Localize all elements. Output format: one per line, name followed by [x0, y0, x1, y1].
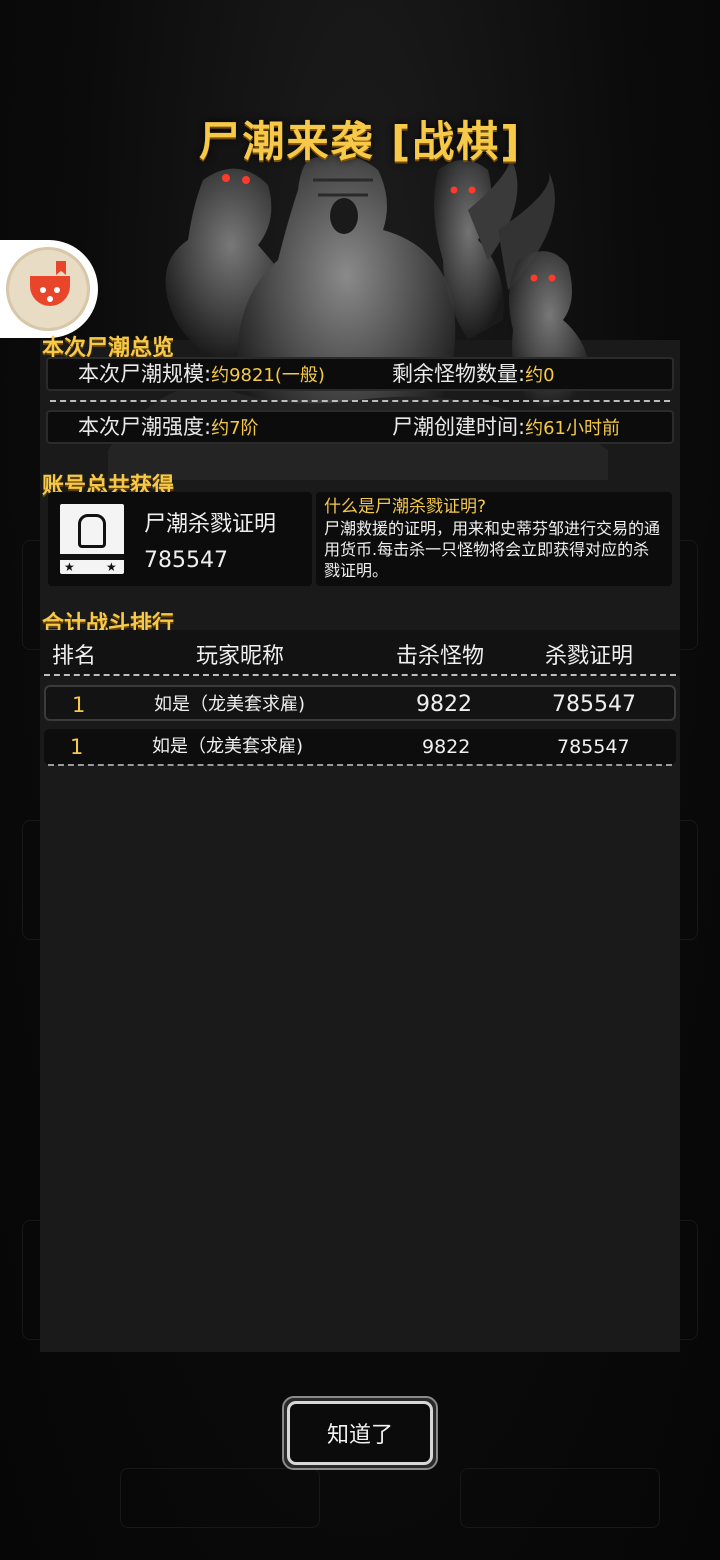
- overview-row-scale: 本次尸潮规模:约9821(一般) 剩余怪物数量:约0: [46, 357, 674, 391]
- scale-label: 本次尸潮规模:: [78, 362, 212, 386]
- row-rank: 1: [72, 693, 86, 717]
- confirm-button-label: 知道了: [287, 1401, 433, 1465]
- remaining-label: 剩余怪物数量:: [392, 362, 526, 386]
- reward-count: 785547: [144, 548, 228, 573]
- remaining-stat: 剩余怪物数量:约0: [392, 359, 555, 389]
- background-button-ghost: [120, 1468, 320, 1528]
- ranking-header: 排名 玩家昵称 击杀怪物 杀戮证明: [40, 630, 680, 676]
- column-header-proofs: 杀戮证明: [545, 644, 634, 669]
- created-stat: 尸潮创建时间:约61小时前: [392, 412, 620, 442]
- column-header-rank: 排名: [52, 644, 97, 669]
- intensity-stat: 本次尸潮强度:约7阶: [78, 412, 259, 442]
- divider: [50, 400, 670, 402]
- scale-value: 约9821(一般): [211, 365, 325, 386]
- row-proofs: 785547: [552, 692, 636, 717]
- floating-app-bubble[interactable]: [0, 240, 98, 338]
- help-answer: 尸潮救援的证明，用来和史蒂芬邹进行交易的通用货币.每击杀一只怪物将会立即获得对应…: [324, 519, 661, 580]
- reward-card: ★ ★ 尸潮杀戮证明 785547: [48, 492, 312, 586]
- row-rank: 1: [70, 735, 84, 759]
- scale-stat: 本次尸潮规模:约9821(一般): [78, 359, 325, 389]
- reward-name: 尸潮杀戮证明: [144, 512, 277, 537]
- confirm-button[interactable]: 知道了: [282, 1396, 438, 1470]
- zombie-hand-certificate-icon: ★ ★: [60, 504, 124, 574]
- remaining-value: 约0: [525, 365, 555, 386]
- column-header-kills: 击杀怪物: [396, 644, 485, 669]
- intensity-label: 本次尸潮强度:: [78, 415, 212, 439]
- overview-row-intensity: 本次尸潮强度:约7阶 尸潮创建时间:约61小时前: [46, 410, 674, 444]
- table-row[interactable]: 1 如是（龙美套求雇) 9822 785547: [44, 729, 676, 765]
- row-kills: 9822: [416, 692, 472, 717]
- divider: [48, 764, 672, 766]
- intensity-value: 约7阶: [211, 418, 259, 439]
- row-kills: 9822: [422, 736, 471, 758]
- help-question: 什么是尸潮杀戮证明?: [324, 497, 487, 517]
- tomato-novel-icon: [6, 247, 90, 331]
- row-player-name: 如是（龙美套求雇): [152, 736, 304, 757]
- row-proofs: 785547: [557, 736, 630, 758]
- reward-help-box: 什么是尸潮杀戮证明? 尸潮救援的证明，用来和史蒂芬邹进行交易的通用货币.每击杀一…: [316, 492, 672, 586]
- background-button-ghost: [460, 1468, 660, 1528]
- created-label: 尸潮创建时间:: [392, 415, 526, 439]
- created-value: 约61小时前: [525, 418, 620, 439]
- page-title: 尸潮来袭 [战棋]: [198, 117, 522, 166]
- divider: [44, 674, 676, 676]
- table-row[interactable]: 1 如是（龙美套求雇) 9822 785547: [44, 685, 676, 721]
- row-player-name: 如是（龙美套求雇): [154, 694, 306, 715]
- column-header-name: 玩家昵称: [196, 644, 285, 669]
